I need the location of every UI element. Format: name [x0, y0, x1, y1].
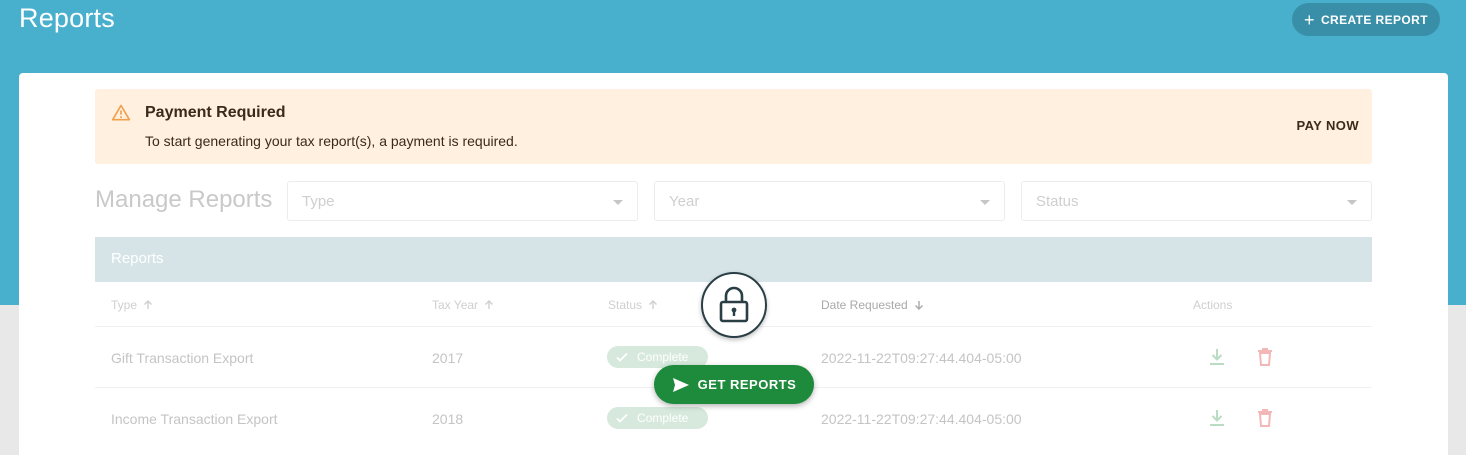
- column-label: Actions: [1193, 298, 1233, 312]
- arrow-up-icon: [485, 300, 494, 309]
- column-header-actions: Actions: [1193, 298, 1232, 312]
- arrow-down-icon: [914, 301, 923, 310]
- column-label: Type: [111, 298, 138, 312]
- column-header-type[interactable]: Type: [111, 298, 154, 312]
- check-icon: [616, 413, 628, 423]
- trash-icon[interactable]: [1256, 347, 1274, 367]
- caret-down-icon: [1347, 200, 1357, 205]
- check-icon: [616, 352, 628, 362]
- status-label: Complete: [637, 350, 689, 364]
- column-label: Date Requested: [821, 298, 908, 312]
- alert-title: Payment Required: [145, 104, 286, 121]
- cell-type: Income Transaction Export: [111, 411, 278, 427]
- lock-overlay: [701, 272, 767, 338]
- cell-date-requested: 2022-11-22T09:27:44.404-05:00: [821, 411, 1022, 427]
- warning-icon: [111, 104, 131, 121]
- download-icon[interactable]: [1208, 408, 1226, 428]
- alert-message: To start generating your tax report(s), …: [145, 133, 518, 149]
- create-report-label: CREATE REPORT: [1320, 12, 1428, 27]
- get-reports-label: GET REPORTS: [697, 377, 797, 392]
- column-label: Status: [608, 298, 643, 312]
- manage-reports-title: Manage Reports: [95, 186, 273, 213]
- status-badge: Complete: [607, 407, 708, 429]
- cell-tax-year: 2018: [432, 411, 464, 427]
- caret-down-icon: [613, 200, 623, 205]
- status-label: Complete: [637, 411, 689, 425]
- status-filter-select[interactable]: Status: [1021, 181, 1372, 221]
- type-filter-select[interactable]: Type: [287, 181, 638, 221]
- cell-tax-year: 2017: [432, 350, 464, 366]
- download-icon[interactable]: [1208, 347, 1226, 367]
- column-label: Tax Year: [432, 298, 479, 312]
- pay-now-button[interactable]: PAY NOW: [1296, 118, 1359, 133]
- arrow-up-icon: [144, 300, 153, 309]
- lock-icon: [719, 286, 749, 323]
- status-filter-placeholder: Status: [1036, 193, 1079, 210]
- cell-type: Gift Transaction Export: [111, 350, 254, 366]
- reports-section-label: Reports: [111, 250, 164, 267]
- payment-alert: Payment Required To start generating you…: [95, 89, 1372, 164]
- column-header-status[interactable]: Status: [608, 298, 659, 312]
- get-reports-button[interactable]: GET REPORTS: [654, 365, 814, 404]
- caret-down-icon: [980, 200, 990, 205]
- send-icon: [672, 377, 689, 392]
- type-filter-placeholder: Type: [302, 193, 335, 210]
- trash-icon[interactable]: [1256, 408, 1274, 428]
- year-filter-placeholder: Year: [669, 193, 700, 210]
- year-filter-select[interactable]: Year: [654, 181, 1005, 221]
- cell-date-requested: 2022-11-22T09:27:44.404-05:00: [821, 350, 1022, 366]
- page-title: Reports: [19, 3, 115, 33]
- create-report-button[interactable]: + CREATE REPORT: [1292, 3, 1440, 36]
- plus-icon: +: [1304, 9, 1315, 30]
- column-header-tax-year[interactable]: Tax Year: [432, 298, 495, 312]
- column-header-date-requested[interactable]: Date Requested: [821, 298, 925, 312]
- arrow-up-icon: [649, 300, 658, 309]
